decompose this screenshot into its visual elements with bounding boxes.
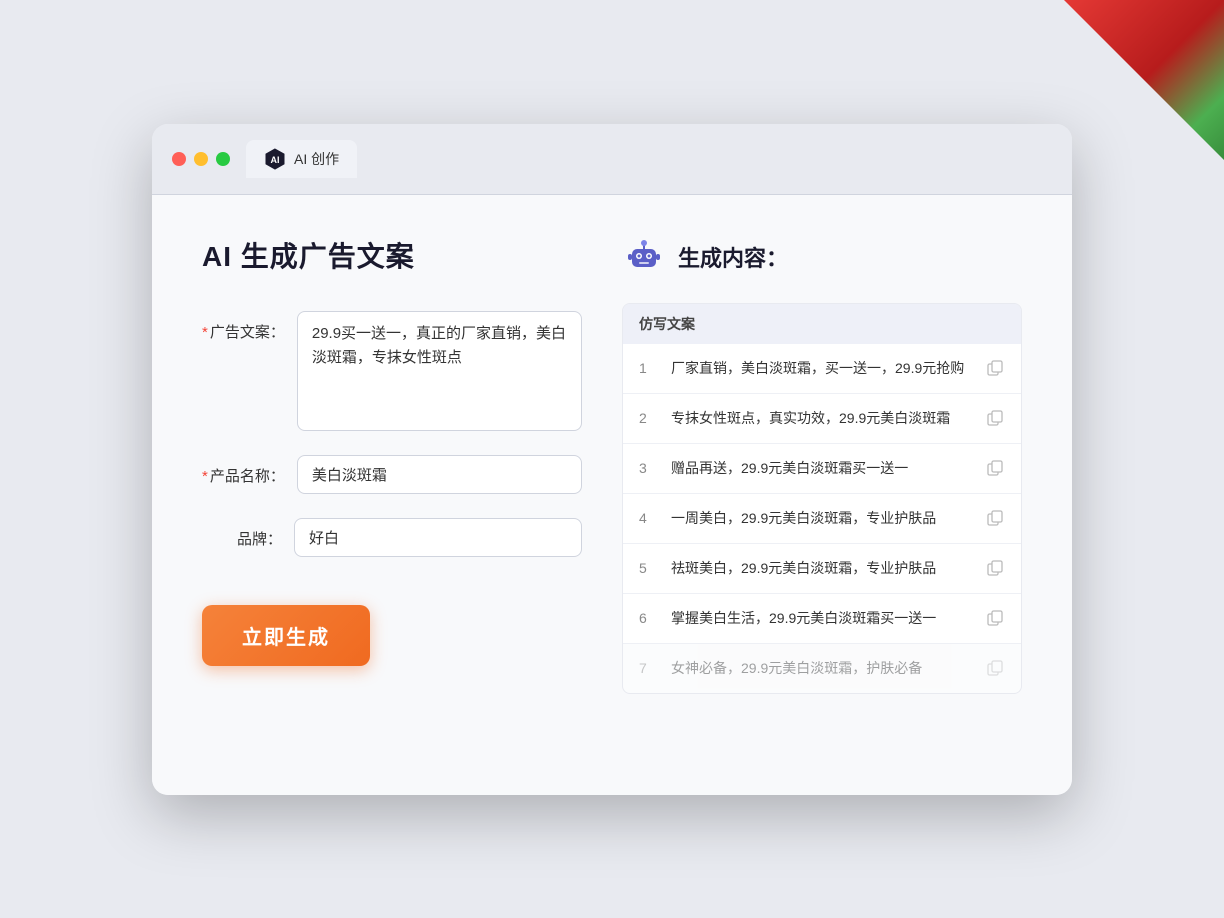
traffic-lights [172,152,230,166]
minimize-button[interactable] [194,152,208,166]
ad-copy-input[interactable] [297,311,582,431]
product-name-group: *产品名称： [202,455,582,494]
results-container: 仿写文案 1 厂家直销，美白淡斑霜，买一送一，29.9元抢购 2 专抹女性斑点，真实功… [622,303,1022,694]
brand-input[interactable] [294,518,582,557]
copy-icon[interactable] [985,358,1005,378]
row-text: 女神必备，29.9元美白淡斑霜，护肤必备 [671,658,973,679]
row-number: 3 [639,460,659,476]
left-panel: AI 生成广告文案 *广告文案： *产品名称： 品牌： 立即生成 [202,235,582,755]
copy-icon[interactable] [985,608,1005,628]
row-number: 7 [639,660,659,676]
close-button[interactable] [172,152,186,166]
brand-group: 品牌： [202,518,582,557]
generate-button[interactable]: 立即生成 [202,605,370,666]
row-text: 厂家直销，美白淡斑霜，买一送一，29.9元抢购 [671,358,973,379]
copy-icon[interactable] [985,658,1005,678]
ad-copy-label: *广告文案： [202,311,285,342]
right-panel: 生成内容： 仿写文案 1 厂家直销，美白淡斑霜，买一送一，29.9元抢购 2 专抹女性… [622,235,1022,755]
table-row: 7 女神必备，29.9元美白淡斑霜，护肤必备 [623,644,1021,693]
product-name-input[interactable] [297,455,582,494]
table-row: 5 祛斑美白，29.9元美白淡斑霜，专业护肤品 [623,544,1021,594]
required-mark-2: * [202,468,208,485]
copy-icon[interactable] [985,558,1005,578]
table-row: 1 厂家直销，美白淡斑霜，买一送一，29.9元抢购 [623,344,1021,394]
row-number: 6 [639,610,659,626]
page-title: AI 生成广告文案 [202,235,582,275]
row-number: 1 [639,360,659,376]
table-row: 3 赠品再送，29.9元美白淡斑霜买一送一 [623,444,1021,494]
copy-icon[interactable] [985,458,1005,478]
row-text: 专抹女性斑点，真实功效，29.9元美白淡斑霜 [671,408,973,429]
required-mark: * [202,324,208,341]
copy-icon[interactable] [985,408,1005,428]
brand-label: 品牌： [202,518,282,549]
tab-label: AI 创作 [294,149,339,169]
robot-icon [622,235,666,279]
ai-creation-tab[interactable]: AI AI 创作 [246,140,357,178]
results-header: 仿写文案 [623,304,1021,344]
svg-text:AI: AI [271,155,280,165]
right-title: 生成内容： [678,241,788,273]
main-content: AI 生成广告文案 *广告文案： *产品名称： 品牌： 立即生成 [152,195,1072,795]
title-bar: AI AI 创作 [152,124,1072,195]
row-text: 一周美白，29.9元美白淡斑霜，专业护肤品 [671,508,973,529]
table-row: 4 一周美白，29.9元美白淡斑霜，专业护肤品 [623,494,1021,544]
row-number: 5 [639,560,659,576]
product-name-label: *产品名称： [202,455,285,486]
row-number: 4 [639,510,659,526]
ad-copy-group: *广告文案： [202,311,582,431]
decorative-corner [1064,0,1224,160]
row-number: 2 [639,410,659,426]
browser-window: AI AI 创作 AI 生成广告文案 *广告文案： *产品名称： [152,124,1072,795]
maximize-button[interactable] [216,152,230,166]
ai-tab-icon: AI [264,148,286,170]
table-row: 2 专抹女性斑点，真实功效，29.9元美白淡斑霜 [623,394,1021,444]
row-text: 掌握美白生活，29.9元美白淡斑霜买一送一 [671,608,973,629]
row-text: 赠品再送，29.9元美白淡斑霜买一送一 [671,458,973,479]
results-table: 1 厂家直销，美白淡斑霜，买一送一，29.9元抢购 2 专抹女性斑点，真实功效，29.… [623,344,1021,693]
copy-icon[interactable] [985,508,1005,528]
row-text: 祛斑美白，29.9元美白淡斑霜，专业护肤品 [671,558,973,579]
right-header: 生成内容： [622,235,1022,279]
table-row: 6 掌握美白生活，29.9元美白淡斑霜买一送一 [623,594,1021,644]
